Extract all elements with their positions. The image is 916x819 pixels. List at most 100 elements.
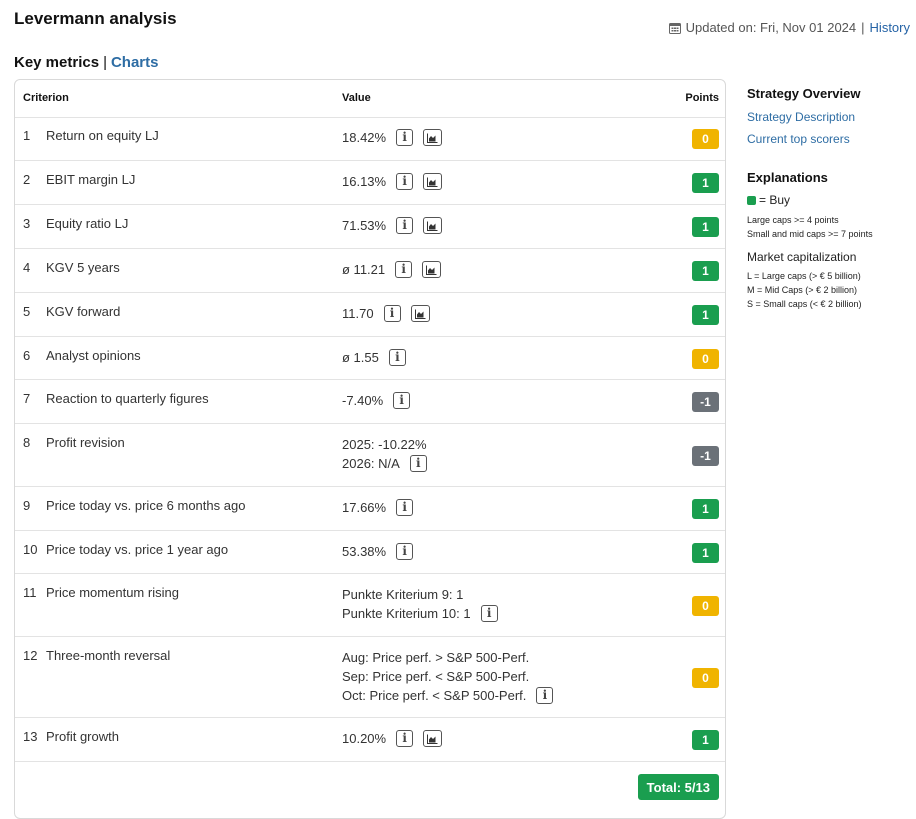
- info-icon[interactable]: i: [396, 129, 414, 146]
- row-number: 3: [23, 216, 31, 231]
- table-row: 7 Reaction to quarterly figures -7.40% i -1: [15, 380, 725, 424]
- value-text: -7.40%: [342, 393, 384, 408]
- info-icon[interactable]: i: [396, 543, 414, 560]
- criterion-label: Price today vs. price 1 year ago: [46, 542, 229, 557]
- value-cell: 10.20% i: [342, 729, 443, 748]
- value-cell: -7.40% i: [342, 391, 411, 410]
- value-text: 71.53%: [342, 218, 387, 233]
- info-icon[interactable]: i: [536, 687, 554, 704]
- rule-large: Large caps >= 4 points: [747, 215, 839, 225]
- value-cell: 2025: -10.22% 2026: N/A i: [342, 435, 427, 473]
- criterion-label: Price momentum rising: [46, 585, 179, 600]
- value-cell: Punkte Kriterium 9: 1 Punkte Kriterium 10…: [342, 585, 498, 623]
- table-row: 13 Profit growth 10.20% i 1: [15, 718, 725, 762]
- chart-icon[interactable]: [423, 217, 443, 234]
- criterion-label: KGV 5 years: [46, 260, 120, 275]
- info-icon[interactable]: i: [396, 730, 414, 747]
- points-badge: 1: [692, 499, 719, 519]
- table-row: 11 Price momentum rising Punkte Kriterium …: [15, 574, 725, 637]
- info-icon[interactable]: i: [388, 349, 406, 366]
- sidebar: Strategy Overview Strategy Description C…: [747, 86, 912, 311]
- buy-legend: = Buy: [747, 193, 912, 207]
- value-text: 2026: N/A: [342, 456, 400, 471]
- points-badge: 0: [692, 349, 719, 369]
- subnav-separator: |: [103, 54, 107, 71]
- info-icon[interactable]: i: [480, 605, 498, 622]
- criterion-label: Price today vs. price 6 months ago: [46, 498, 246, 513]
- points-badge: 1: [692, 261, 719, 281]
- value-text: Oct: Price perf. < S&P 500-Perf.: [342, 688, 527, 703]
- chart-icon[interactable]: [422, 261, 442, 278]
- info-icon[interactable]: i: [409, 455, 427, 472]
- cap-small: S = Small caps (< € 2 billion): [747, 299, 862, 309]
- chart-icon[interactable]: [423, 129, 443, 146]
- rule-small: Small and mid caps >= 7 points: [747, 229, 873, 239]
- info-icon[interactable]: i: [396, 217, 414, 234]
- table-row: 6 Analyst opinions ø 1.55 i 0: [15, 337, 725, 380]
- table-row: 12 Three-month reversal Aug: Price perf. >…: [15, 637, 725, 718]
- charts-tab[interactable]: Charts: [111, 54, 159, 71]
- points-badge: -1: [692, 392, 719, 412]
- row-number: 11: [23, 585, 37, 600]
- criterion-label: Profit revision: [46, 435, 125, 450]
- updated-date: Updated on: Fri, Nov 01 2024: [685, 20, 857, 35]
- info-icon[interactable]: i: [396, 173, 414, 190]
- separator: |: [861, 20, 865, 35]
- value-text: 18.42%: [342, 130, 387, 145]
- buy-color-swatch: [747, 195, 756, 205]
- strategy-description-link[interactable]: Strategy Description: [747, 110, 912, 124]
- value-text: 17.66%: [342, 500, 387, 515]
- criterion-label: Three-month reversal: [46, 648, 171, 663]
- value-text: 53.38%: [342, 544, 387, 559]
- value-text: ø 11.21: [342, 262, 386, 277]
- history-link[interactable]: History: [870, 20, 910, 35]
- criterion-label: Equity ratio LJ: [46, 216, 129, 231]
- info-icon[interactable]: i: [395, 261, 413, 278]
- value-cell: 53.38% i: [342, 542, 414, 561]
- value-cell: ø 1.55 i: [342, 348, 406, 367]
- criterion-header: Criterion: [23, 92, 69, 104]
- market-cap-title: Market capitalization: [747, 250, 857, 264]
- info-icon[interactable]: i: [383, 305, 401, 322]
- explanations-title: Explanations: [747, 170, 828, 185]
- table-header: Criterion Value Points: [15, 80, 725, 118]
- chart-icon[interactable]: [410, 305, 430, 322]
- criterion-label: Analyst opinions: [46, 348, 141, 363]
- value-text: Punkte Kriterium 9: 1: [342, 587, 464, 602]
- value-cell: 71.53% i: [342, 216, 443, 235]
- points-header: Points: [685, 92, 719, 104]
- value-cell: 16.13% i: [342, 172, 443, 191]
- points-badge: 1: [692, 543, 719, 563]
- points-badge: 0: [692, 596, 719, 616]
- value-text: Sep: Price perf. < S&P 500-Perf.: [342, 669, 530, 684]
- row-number: 1: [23, 128, 31, 143]
- row-number: 9: [23, 498, 31, 513]
- updated-info: Updated on: Fri, Nov 01 2024 | History: [668, 20, 910, 35]
- points-badge: 0: [692, 668, 719, 688]
- row-number: 2: [23, 172, 31, 187]
- value-cell: 18.42% i: [342, 128, 443, 147]
- row-number: 4: [23, 260, 31, 275]
- criterion-label: Reaction to quarterly figures: [46, 391, 209, 406]
- table-row: 9 Price today vs. price 6 months ago 17.66…: [15, 487, 725, 531]
- row-number: 10: [23, 542, 38, 557]
- value-text: 11.70: [342, 306, 374, 321]
- metrics-table: Criterion Value Points 1 Return on equity…: [14, 79, 726, 819]
- info-icon[interactable]: i: [393, 392, 411, 409]
- value-cell: 11.70 i: [342, 304, 430, 323]
- value-cell: ø 11.21 i: [342, 260, 442, 279]
- table-row: 5 KGV forward 11.70 i 1: [15, 293, 725, 337]
- info-icon[interactable]: i: [396, 499, 414, 516]
- top-scorers-link[interactable]: Current top scorers: [747, 132, 912, 146]
- table-row: 3 Equity ratio LJ 71.53% i 1: [15, 205, 725, 249]
- chart-icon[interactable]: [423, 730, 443, 747]
- table-row: 1 Return on equity LJ 18.42% i 0: [15, 117, 725, 161]
- key-metrics-tab[interactable]: Key metrics: [14, 54, 99, 71]
- row-number: 12: [23, 648, 38, 663]
- chart-icon[interactable]: [423, 173, 443, 190]
- row-number: 13: [23, 729, 38, 744]
- table-row: 8 Profit revision 2025: -10.22% 2026: N/A i -…: [15, 424, 725, 487]
- table-row: 2 EBIT margin LJ 16.13% i 1: [15, 161, 725, 205]
- value-text: 2025: -10.22%: [342, 437, 427, 452]
- cap-mid: M = Mid Caps (> € 2 billion): [747, 285, 858, 295]
